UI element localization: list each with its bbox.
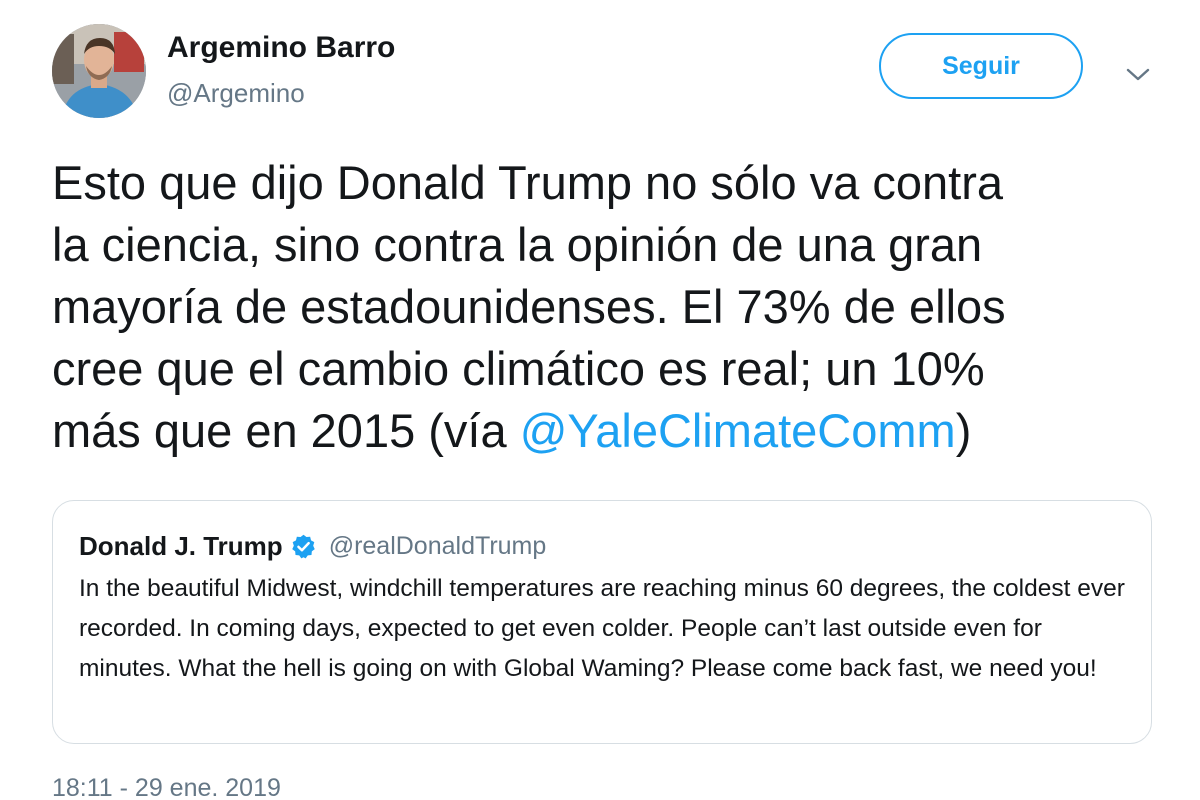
tweet-text-fragment: más que en 2015 (vía [52,404,520,457]
tweet-text-line: más que en 2015 (vía @YaleClimateComm) [52,400,1162,462]
chevron-down-icon[interactable] [1123,60,1153,90]
tweet-text-line: mayoría de estadounidenses. El 73% de el… [52,280,1006,333]
avatar-photo [52,24,146,118]
quoted-author-name: Donald J. Trump [79,530,283,561]
tweet-text: Esto que dijo Donald Trump no sólo va co… [52,152,1162,462]
tweet-text-closing: ) [955,404,972,457]
tweet-container: Argemino Barro @Argemino Seguir Esto que… [0,0,1200,800]
author-handle[interactable]: @Argemino [167,78,305,109]
avatar[interactable] [52,24,146,118]
quoted-author-handle: @realDonaldTrump [328,531,547,560]
tweet-timestamp[interactable]: 18:11 - 29 ene. 2019 [52,774,281,800]
tweet-text-line: la ciencia, sino contra la opinión de un… [52,218,983,271]
follow-button[interactable]: Seguir [879,33,1083,99]
quoted-tweet-text: In the beautiful Midwest, windchill temp… [79,575,1125,682]
mention-link[interactable]: @YaleClimateComm [520,404,956,457]
tweet-text-line: cree que el cambio climático es real; un… [52,342,985,395]
author-name[interactable]: Argemino Barro [167,31,395,65]
quoted-tweet-card[interactable]: Donald J. Trump @realDonaldTrump In the … [52,500,1152,744]
quoted-tweet-header: Donald J. Trump @realDonaldTrump [79,530,546,562]
tweet-text-line: Esto que dijo Donald Trump no sólo va co… [52,156,1003,209]
verified-badge-icon [290,533,317,560]
